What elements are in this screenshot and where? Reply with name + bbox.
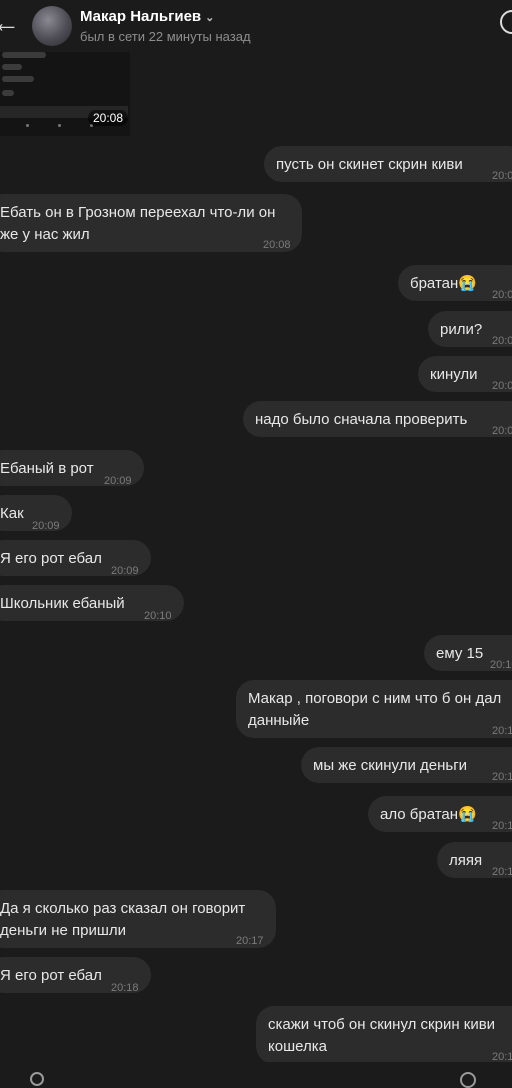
message-bubble-incoming[interactable]: Я его рот ебал 20:09 bbox=[0, 540, 151, 577]
thumbnail-time: 20:08 bbox=[88, 110, 129, 126]
message-time: 20:09 bbox=[492, 289, 512, 301]
chat-area: 20:08 пусть он скинет скрин киви 20:08 Е… bbox=[0, 0, 512, 1080]
contact-name-text: Макар Нальгиев bbox=[80, 8, 202, 25]
message-text: ало братан😭 bbox=[380, 806, 477, 823]
message-bubble-incoming[interactable]: Ебаный в рот 20:09 bbox=[0, 450, 144, 487]
message-time: 20:09 bbox=[492, 380, 512, 392]
message-time: 20:09 bbox=[104, 475, 132, 487]
thumb-line bbox=[2, 76, 34, 82]
message-time: 20:09 bbox=[492, 335, 512, 347]
message-bubble-incoming[interactable]: Я его рот ебал 20:18 bbox=[0, 957, 151, 994]
message-text: Как bbox=[0, 505, 24, 522]
message-time: 20:11 bbox=[492, 771, 512, 783]
message-text: братан😭 bbox=[410, 275, 477, 292]
message-time: 20:10 bbox=[490, 659, 512, 671]
message-time: 20:16 bbox=[492, 866, 512, 878]
message-bubble-incoming[interactable]: Ебать он в Грозном переехал что-ли он же… bbox=[0, 194, 302, 252]
avatar[interactable] bbox=[32, 6, 72, 46]
message-bubble-outgoing[interactable]: ало братан😭 20:15 bbox=[368, 796, 512, 832]
message-time: 20:18 bbox=[111, 982, 139, 994]
message-text: Я его рот ебал bbox=[0, 967, 102, 984]
last-seen-status: был в сети 22 минуты назад bbox=[80, 29, 251, 44]
contact-name[interactable]: Макар Нальгиев ⌄ bbox=[80, 8, 214, 25]
thumb-line bbox=[2, 64, 22, 70]
message-bubble-incoming[interactable]: Да я сколько раз сказал он говорит деньг… bbox=[0, 890, 276, 948]
message-text: надо было сначала проверить bbox=[255, 411, 468, 428]
message-time: 20:15 bbox=[492, 820, 512, 832]
call-icon[interactable] bbox=[500, 10, 512, 34]
chat-header: ← Макар Нальгиев ⌄ был в сети 22 минуты н… bbox=[0, 0, 512, 52]
message-bubble-outgoing[interactable]: надо было сначала проверить 20:09 bbox=[243, 401, 512, 437]
message-text: Школьник ебаный bbox=[0, 595, 125, 612]
message-time: 20:09 bbox=[111, 565, 139, 577]
thumb-dot bbox=[26, 124, 29, 127]
message-composer bbox=[0, 1062, 512, 1088]
thumb-dot bbox=[58, 124, 61, 127]
message-time: 20:09 bbox=[492, 425, 512, 437]
message-text: Я его рот ебал bbox=[0, 550, 102, 567]
message-bubble-incoming[interactable]: Школьник ебаный 20:10 bbox=[0, 585, 184, 622]
message-text: Да я сколько раз сказал он говорит деньг… bbox=[0, 900, 246, 939]
emoji-icon[interactable] bbox=[460, 1072, 476, 1088]
message-text: Ебаный в рот bbox=[0, 460, 94, 477]
message-bubble-outgoing[interactable]: рили? 20:09 bbox=[428, 311, 512, 347]
chevron-down-icon: ⌄ bbox=[205, 12, 215, 24]
message-bubble-outgoing[interactable]: кинули 20:09 bbox=[418, 356, 512, 392]
message-bubble-outgoing[interactable]: скажи чтоб он скинул скрин киви кошелка … bbox=[256, 1006, 512, 1064]
message-bubble-outgoing[interactable]: ляяя 20:16 bbox=[437, 842, 512, 878]
message-bubble-outgoing[interactable]: ему 15 20:10 bbox=[424, 635, 512, 671]
message-time: 20:11 bbox=[492, 725, 512, 737]
message-text: ляяя bbox=[449, 852, 483, 869]
message-text: рили? bbox=[440, 321, 483, 338]
message-time: 20:08 bbox=[263, 239, 291, 251]
message-text: скажи чтоб он скинул скрин киви кошелка bbox=[268, 1016, 496, 1055]
message-text: ему 15 bbox=[436, 645, 484, 662]
message-text: мы же скинули деньги bbox=[313, 757, 468, 774]
thumb-line bbox=[2, 52, 46, 58]
message-bubble-incoming[interactable]: Как 20:09 bbox=[0, 495, 72, 532]
message-bubble-outgoing[interactable]: Макар , поговори с ним что б он дал данн… bbox=[236, 680, 512, 738]
message-text: пусть он скинет скрин киви bbox=[276, 156, 463, 173]
message-text: Макар , поговори с ним что б он дал данн… bbox=[248, 690, 502, 729]
message-time: 20:08 bbox=[492, 170, 512, 182]
message-time: 20:10 bbox=[144, 610, 172, 622]
message-text: Ебать он в Грозном переехал что-ли он же… bbox=[0, 204, 276, 243]
message-text: кинули bbox=[430, 366, 478, 383]
message-time: 20:09 bbox=[32, 520, 60, 532]
message-bubble-outgoing[interactable]: мы же скинули деньги 20:11 bbox=[301, 747, 512, 783]
message-time: 20:17 bbox=[236, 935, 264, 947]
thumb-line bbox=[2, 90, 14, 96]
message-bubble-outgoing[interactable]: пусть он скинет скрин киви 20:08 bbox=[264, 146, 512, 182]
message-bubble-outgoing[interactable]: братан😭 20:09 bbox=[398, 265, 512, 301]
attach-icon[interactable] bbox=[30, 1072, 44, 1086]
back-arrow-icon[interactable]: ← bbox=[0, 6, 20, 40]
